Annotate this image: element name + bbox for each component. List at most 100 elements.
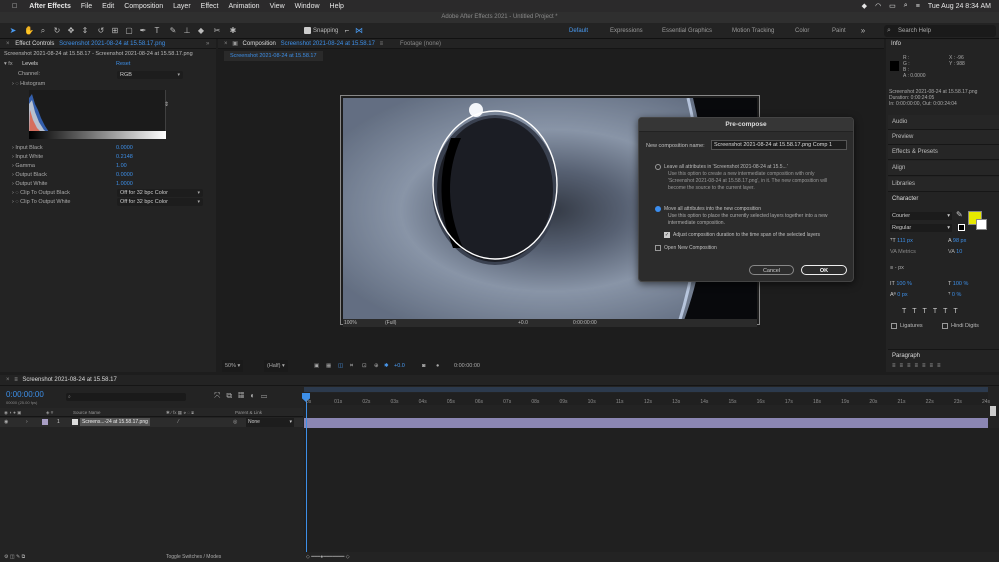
- exposure-value[interactable]: +0.0: [394, 360, 405, 372]
- label-color[interactable]: [42, 419, 48, 425]
- libraries-panel[interactable]: Libraries: [888, 177, 999, 192]
- shape-tool-icon[interactable]: ▢: [124, 26, 134, 36]
- workspace-essential-graphics[interactable]: Essential Graphics: [662, 23, 712, 39]
- mask-icon[interactable]: ◫: [338, 360, 343, 372]
- eyedropper-icon[interactable]: ✎: [956, 210, 963, 219]
- menu-edit[interactable]: Edit: [102, 3, 114, 10]
- footage-tab[interactable]: Footage (none): [400, 39, 441, 49]
- wifi-icon[interactable]: ◠: [875, 2, 881, 10]
- menu-icon[interactable]: ≡: [14, 377, 18, 383]
- pickwhip-icon[interactable]: ◎: [233, 418, 237, 427]
- workspace-expressions[interactable]: Expressions: [610, 23, 643, 39]
- gamma-value[interactable]: 1.00: [116, 162, 127, 171]
- layer-name[interactable]: Screens...-24 at 15.58.17.png: [80, 418, 150, 426]
- rotate-tool-icon[interactable]: ↺: [96, 26, 106, 36]
- vertical-scale-field[interactable]: IT 100 %: [890, 281, 912, 287]
- toggle-switches-modes[interactable]: Toggle Switches / Modes: [166, 552, 221, 562]
- param-output-white[interactable]: › Output White 1.0000: [12, 180, 133, 189]
- puppet-tool-icon[interactable]: ✱: [228, 26, 238, 36]
- anchor-tool-icon[interactable]: ⊞: [110, 26, 120, 36]
- transparency-icon[interactable]: ▦: [326, 360, 331, 372]
- font-style-dropdown[interactable]: Regular ▾: [890, 224, 952, 232]
- eraser-tool-icon[interactable]: ◆: [196, 26, 206, 36]
- param-output-black[interactable]: › Output Black 0.0000: [12, 171, 133, 180]
- type-tool-icon[interactable]: T: [152, 26, 162, 36]
- zoom-slider[interactable]: ◇ ━━━●━━━━━━━ ◇: [306, 552, 350, 562]
- snapping-checkbox[interactable]: [304, 27, 311, 34]
- expand-arrow-icon[interactable]: ›: [26, 418, 28, 427]
- cancel-button[interactable]: Cancel: [749, 265, 794, 275]
- levels-effect-row[interactable]: ▾ fx Levels Reset: [4, 60, 130, 69]
- text-style-buttons[interactable]: TTTTTT: [902, 308, 964, 315]
- output-white-value[interactable]: 1.0000: [116, 180, 133, 189]
- close-icon[interactable]: ×: [224, 41, 228, 47]
- menu-view[interactable]: View: [270, 3, 285, 10]
- ok-button[interactable]: OK: [801, 265, 847, 275]
- inner-resolution[interactable]: (Full): [385, 319, 396, 327]
- param-input-white[interactable]: › Input White 0.2148: [12, 153, 133, 162]
- work-area-bar[interactable]: [304, 387, 988, 392]
- font-family-dropdown[interactable]: Courier ▾: [890, 212, 952, 220]
- composition-name-input[interactable]: Screenshot 2021-08-24 at 15.58.17.png Co…: [711, 140, 847, 150]
- guides-icon[interactable]: ⌗: [350, 360, 353, 372]
- menu-icon[interactable]: ≡: [380, 41, 384, 47]
- leading-field[interactable]: A 98 px: [948, 238, 966, 244]
- preview-panel[interactable]: Preview: [888, 130, 999, 145]
- inner-zoom[interactable]: 100%: [344, 319, 357, 327]
- timeline-search-input[interactable]: ⌕: [66, 393, 186, 401]
- tracking-field[interactable]: VA 10: [948, 249, 962, 255]
- stroke-width-field[interactable]: ≡ - px: [890, 265, 904, 271]
- input-white-handle-icon[interactable]: ⇕: [164, 101, 169, 108]
- parent-dropdown[interactable]: None ▾: [246, 418, 294, 427]
- hand-tool-icon[interactable]: ✋: [24, 26, 34, 36]
- lock-icon[interactable]: ▣: [232, 41, 238, 47]
- align-buttons[interactable]: ≡≡≡≡≡≡≡: [892, 363, 945, 369]
- brush-tool-icon[interactable]: ✎: [168, 26, 178, 36]
- orbit-tool-icon[interactable]: ↻: [52, 26, 62, 36]
- layer-duration-bar[interactable]: [304, 418, 988, 428]
- source-name-header[interactable]: Source Name: [73, 408, 101, 417]
- channel-dropdown[interactable]: RGB ▾: [117, 71, 183, 79]
- input-white-value[interactable]: 0.2148: [116, 153, 133, 162]
- effect-controls-tab[interactable]: Effect Controls: [15, 41, 54, 47]
- menu-composition[interactable]: Composition: [124, 3, 163, 10]
- hindi-digits-checkbox[interactable]: [942, 323, 948, 329]
- timeline-tab[interactable]: Screenshot 2021-08-24 at 15.58.17: [22, 377, 116, 383]
- parent-link-header[interactable]: Parent & Link: [235, 408, 262, 417]
- timeline-timecode[interactable]: 0:00:00:00: [6, 390, 44, 399]
- inner-exposure[interactable]: +0.0: [518, 319, 528, 327]
- open-new-checkbox[interactable]: [655, 245, 661, 251]
- tsume-field[interactable]: ᵀ 0 %: [948, 292, 961, 298]
- channel-icon[interactable]: ⊕: [374, 360, 379, 372]
- pan-tool-icon[interactable]: ✥: [66, 26, 76, 36]
- footer-icons[interactable]: ⚙ ◫ ✎ ⧉: [4, 552, 25, 562]
- viewer-timecode[interactable]: 0:00:00:00: [454, 360, 480, 372]
- eye-icon[interactable]: ◉: [4, 418, 8, 427]
- panel-expand-icon[interactable]: »: [206, 39, 209, 49]
- param-input-black[interactable]: › Input Black 0.0000: [12, 144, 133, 153]
- search-help-input[interactable]: ⌕ Search Help: [884, 25, 996, 37]
- menu-file[interactable]: File: [81, 3, 92, 10]
- adjust-duration-checkbox[interactable]: ✓: [664, 232, 670, 238]
- output-gradient[interactable]: [29, 131, 166, 139]
- menu-animation[interactable]: Animation: [228, 3, 259, 10]
- reset-link[interactable]: Reset: [116, 60, 130, 69]
- param-clip-white[interactable]: › ◌ Clip To Output White: [12, 198, 71, 207]
- playhead[interactable]: [306, 393, 307, 553]
- param-clip-black[interactable]: › ◌ Clip To Output Black: [12, 189, 70, 198]
- apple-icon[interactable]: : [12, 3, 17, 10]
- ligatures-checkbox[interactable]: [891, 323, 897, 329]
- camera-icon[interactable]: ◙: [422, 360, 425, 372]
- menu-layer[interactable]: Layer: [173, 3, 191, 10]
- workspace-more-icon[interactable]: »: [858, 26, 868, 36]
- composition-tab[interactable]: Composition: [243, 41, 276, 47]
- composition-subtab[interactable]: Screenshot 2021-08-24 at 15.58.17: [224, 51, 323, 61]
- dolly-tool-icon[interactable]: ⇕: [80, 26, 90, 36]
- move-attributes-radio[interactable]: [655, 206, 661, 212]
- menu-effect[interactable]: Effect: [201, 3, 219, 10]
- effects-presets-panel[interactable]: Effects & Presets: [888, 145, 999, 160]
- zoom-dropdown[interactable]: 50% ▾: [222, 360, 244, 372]
- zoom-tool-icon[interactable]: ⌕: [38, 26, 48, 36]
- workspace-paint[interactable]: Paint: [832, 23, 846, 39]
- font-size-field[interactable]: ᵀT 111 px: [890, 238, 913, 244]
